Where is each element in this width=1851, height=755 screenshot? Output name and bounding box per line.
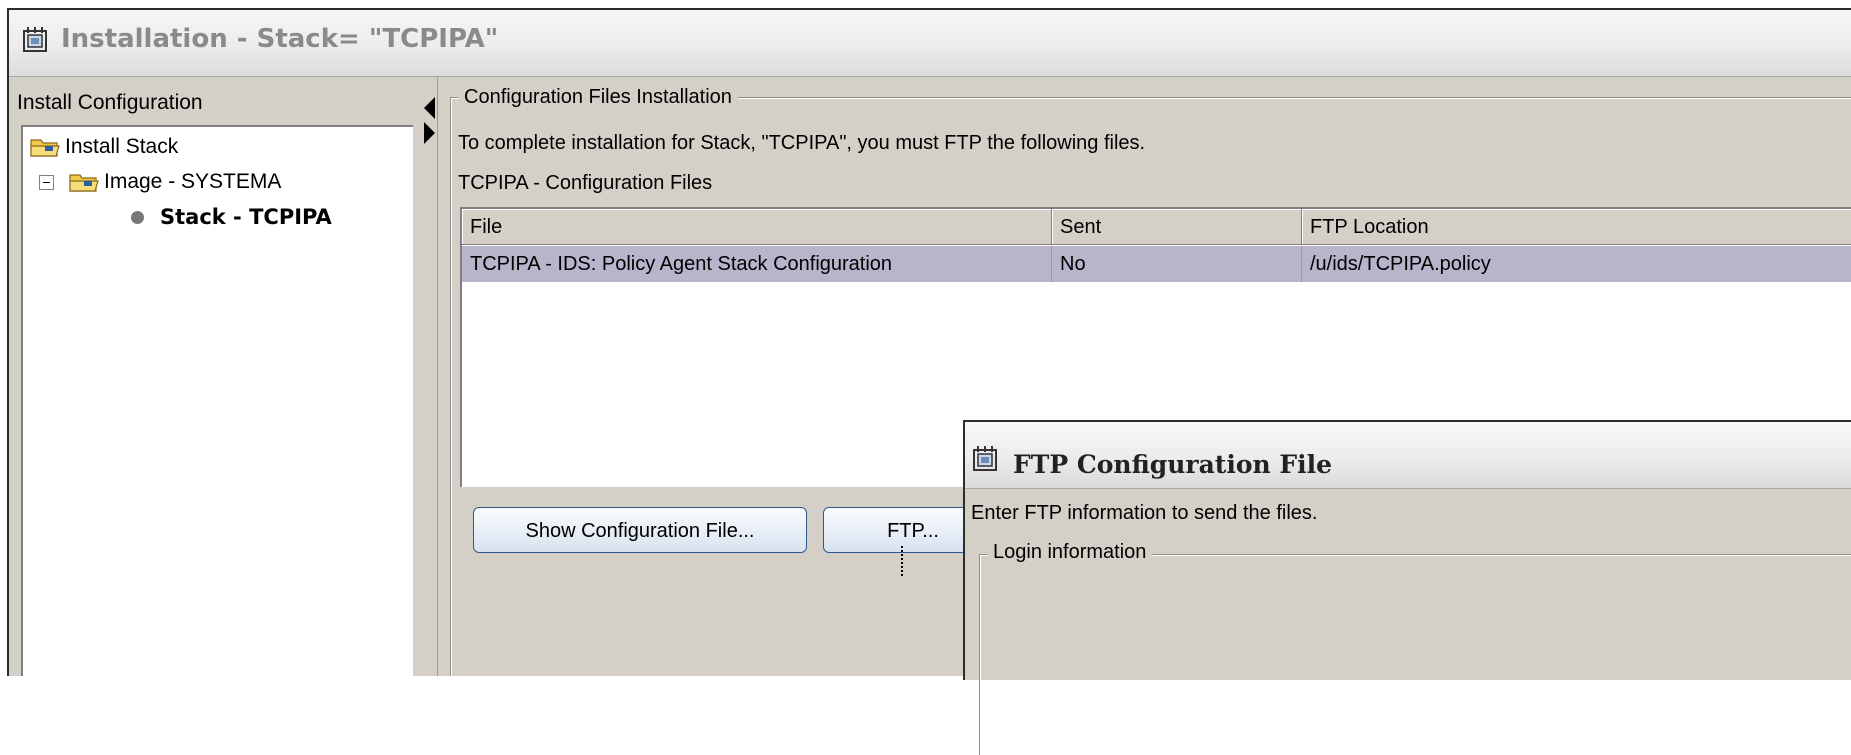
tree-item-label: Image - SYSTEMA (104, 170, 282, 193)
dialog-instruction: Enter FTP information to send the files. (971, 502, 1318, 524)
install-tree[interactable]: Install Stack Image - SYSTEMA Stack - TC… (21, 125, 413, 676)
cell-file: TCPIPA - IDS: Policy Agent Stack Configu… (462, 246, 1052, 282)
collapse-left-arrow-icon[interactable] (424, 97, 435, 119)
bullet-icon (131, 210, 144, 224)
tree-item-image-systema[interactable]: Image - SYSTEMA (39, 170, 281, 194)
dialog-title-bar[interactable]: FTP Configuration File (965, 422, 1851, 489)
app-window-icon (23, 27, 47, 52)
tree-item-stack-tcpipa[interactable]: Stack - TCPIPA (131, 205, 332, 229)
focus-connector (901, 546, 903, 576)
app-window-icon (973, 446, 997, 471)
window-title: Installation - Stack= "TCPIPA" (61, 24, 499, 54)
tree-item-install-stack[interactable]: Install Stack (29, 135, 178, 159)
panel-splitter[interactable] (419, 77, 438, 676)
cell-ftp-location: /u/ids/TCPIPA.policy (1302, 246, 1851, 282)
folder-open-icon (69, 174, 99, 192)
tree-item-label: Install Stack (65, 135, 179, 158)
window-title-bar[interactable]: Installation - Stack= "TCPIPA" (9, 10, 1851, 77)
table-row[interactable]: TCPIPA - IDS: Policy Agent Stack Configu… (462, 246, 1851, 282)
install-configuration-panel: Install Configuration Install Stack Imag… (9, 77, 419, 676)
files-subtitle: TCPIPA - Configuration Files (458, 172, 713, 194)
cell-sent: No (1052, 246, 1302, 282)
login-information-label: Login information (987, 541, 1153, 564)
dialog-title: FTP Configuration File (1013, 450, 1333, 479)
collapse-icon[interactable] (39, 174, 54, 190)
column-header-sent[interactable]: Sent (1052, 209, 1302, 245)
show-configuration-file-button[interactable]: Show Configuration File... (473, 507, 807, 553)
group-title: Configuration Files Installation (458, 86, 738, 109)
folder-open-icon (30, 139, 60, 157)
tree-item-label: Stack - TCPIPA (160, 205, 332, 229)
login-information-group (979, 554, 1851, 755)
instruction-text: To complete installation for Stack, "TCP… (458, 132, 1146, 154)
column-header-ftp-location[interactable]: FTP Location (1302, 209, 1851, 245)
ftp-configuration-dialog: FTP Configuration File Enter FTP informa… (963, 420, 1851, 755)
install-configuration-label: Install Configuration (17, 91, 203, 114)
table-header: File Sent FTP Location (462, 209, 1851, 245)
expand-right-arrow-icon[interactable] (424, 122, 435, 144)
column-header-file[interactable]: File (462, 209, 1052, 245)
